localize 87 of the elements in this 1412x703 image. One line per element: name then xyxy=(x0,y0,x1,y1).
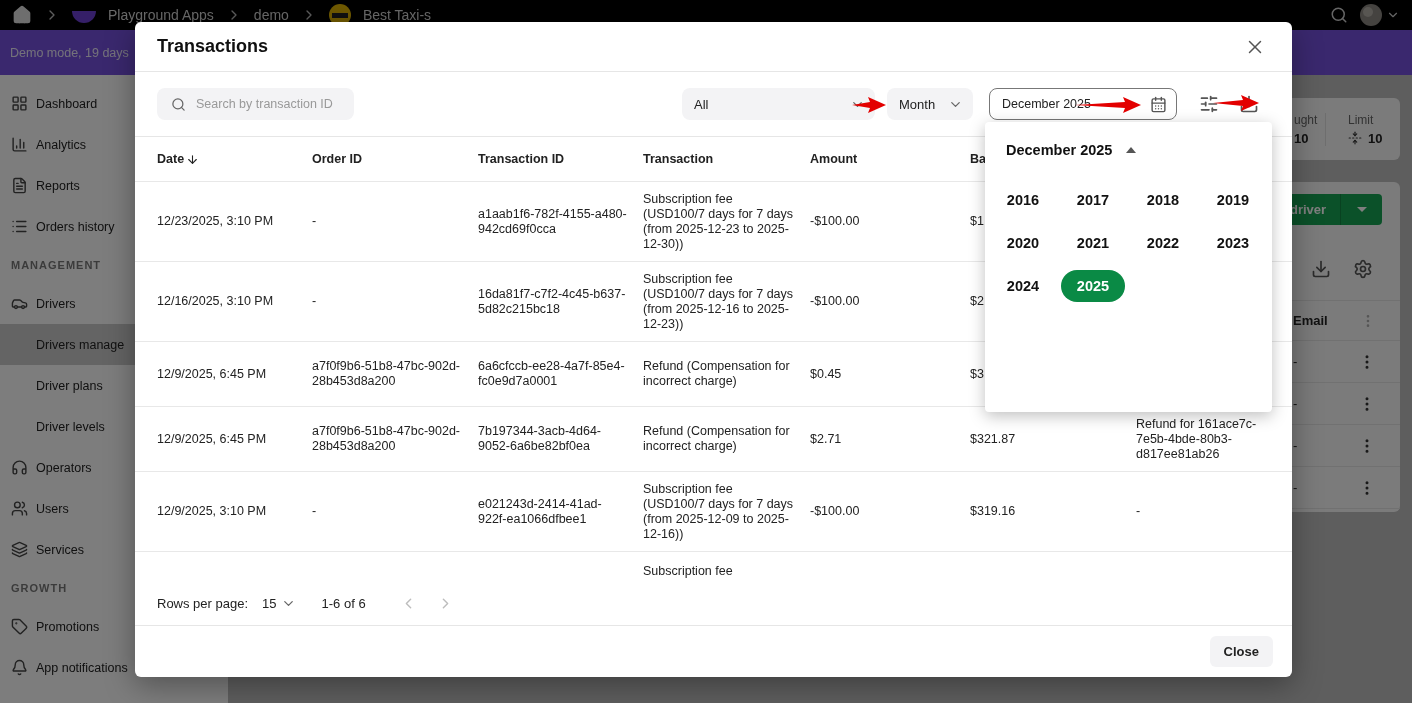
table-cell-text: - xyxy=(312,504,318,519)
date-field[interactable]: December 2025 xyxy=(989,88,1177,120)
type-select[interactable]: All xyxy=(682,88,875,120)
table-cell-text: $319.16 xyxy=(970,504,1017,519)
table-cell-text: -$100.00 xyxy=(810,504,861,519)
breadcrumb-link[interactable]: demo xyxy=(253,7,289,23)
calendar-icon xyxy=(1150,95,1167,113)
close-button[interactable]: Close xyxy=(1209,636,1273,667)
search-field[interactable]: Search by transaction ID xyxy=(157,88,354,120)
table-cell-text: $0.45 xyxy=(810,366,843,382)
table-cell-text: $2 xyxy=(970,294,985,309)
bell-icon xyxy=(11,659,28,676)
table-cell-text: a7f0f9b6-51b8-47bc-902d-28b453d8a200 xyxy=(312,359,462,389)
dialog-title: Transactions xyxy=(157,36,269,57)
table-cell-text: -$100.00 xyxy=(810,214,861,229)
table-cell-text: Refund (Compensation for incorrect charge) xyxy=(643,359,791,389)
tag-icon xyxy=(11,618,28,635)
year-option[interactable]: 2017 xyxy=(1061,183,1125,216)
column-header[interactable]: Amount xyxy=(810,151,970,167)
year-option[interactable]: 2022 xyxy=(1131,226,1195,259)
column-header[interactable]: Order ID xyxy=(312,151,478,167)
table-cell-text: -$100.00 xyxy=(810,294,861,309)
year-option[interactable]: 2021 xyxy=(1061,226,1125,259)
year-option[interactable]: 2020 xyxy=(991,226,1055,259)
breadcrumb-link[interactable]: Best Taxi-s xyxy=(362,7,432,23)
stat-value: 10 xyxy=(1294,130,1309,146)
table-cell-text: 6a6cfccb-ee28-4a7f-85e4-fc0e9d7a0001 xyxy=(478,359,626,389)
settings-icon[interactable] xyxy=(1353,258,1373,279)
year-option[interactable]: 2023 xyxy=(1201,226,1265,259)
table-cell-text: 7b197344-3acb-4d64-9052-6a6be82bf0ea xyxy=(478,424,603,454)
table-cell: - xyxy=(1293,354,1298,369)
table-cell-text: - xyxy=(312,294,318,309)
year-option[interactable]: 2024 xyxy=(991,269,1055,302)
limit-icon xyxy=(1348,131,1362,145)
layers-icon xyxy=(11,541,28,558)
column-header: Email xyxy=(1293,313,1328,328)
table-cell-text: Refund for 161ace7c-7e5b-4bde-80b3-d817ee81ab26 xyxy=(1136,416,1258,462)
download-icon[interactable] xyxy=(1311,258,1331,279)
avatar[interactable] xyxy=(1360,4,1382,26)
section-heading: MANAGEMENT xyxy=(11,259,102,271)
list-icon xyxy=(11,218,28,235)
table-cell: - xyxy=(1293,438,1298,453)
grid-icon xyxy=(11,95,28,112)
period-select[interactable]: Month xyxy=(887,88,973,120)
table-cell-text: a1aab1f6-782f-4155-a480-942cd69f0cca xyxy=(478,206,628,237)
sort-arrow-icon xyxy=(186,152,200,166)
column-header[interactable]: Transaction ID xyxy=(478,151,643,167)
year-option[interactable]: 2016 xyxy=(991,183,1055,216)
table-cell-text: - xyxy=(312,214,318,229)
table-cell-text: a7f0f9b6-51b8-47bc-902d-28b453d8a200 xyxy=(312,424,462,454)
table-cell-text: Subscription fee (USD100/7 days for 7 days (from 2025-12-09 to 2025-12-16)) xyxy=(643,481,795,542)
table-cell-text: - xyxy=(1136,504,1142,519)
page-range: 1-6 of 6 xyxy=(321,596,366,611)
year-option[interactable]: 2025 xyxy=(1061,269,1125,302)
annotation-arrow xyxy=(852,97,886,113)
stat-label: ught xyxy=(1294,112,1319,127)
rows-per-page-select[interactable]: 15 xyxy=(262,596,296,611)
search-icon xyxy=(171,96,186,112)
table-cell-text: $3 xyxy=(970,366,985,382)
home-icon[interactable] xyxy=(12,5,32,25)
year-option[interactable]: 2018 xyxy=(1131,183,1195,216)
table-cell-text: Refund (Compensation for incorrect charge) xyxy=(643,424,791,454)
filter-icon[interactable] xyxy=(1199,94,1219,114)
breadcrumb-link[interactable]: Playground Apps xyxy=(108,7,214,23)
table-cell: - xyxy=(1293,396,1298,411)
caret-up-icon[interactable] xyxy=(1126,147,1137,153)
banner-text: Demo mode, 19 days xyxy=(10,45,129,60)
headset-icon xyxy=(11,459,28,476)
search-icon[interactable] xyxy=(1330,6,1348,24)
table-cell: - xyxy=(1293,480,1298,495)
table-cell-text: $1 xyxy=(970,214,985,229)
table-cell-text: $2.71 xyxy=(810,431,843,447)
stat-label: Limit xyxy=(1348,112,1375,127)
table-cell-text: Subscription fee (USD100/7 days for 7 days (from 2025-12-16 to 2025-12-23)) xyxy=(643,271,795,332)
table-cell-text: Subscription fee xyxy=(643,564,734,579)
table-cell-text: Subscription fee (USD100/7 days for 7 days (from 2025-12-23 to 2025-12-30)) xyxy=(643,191,795,252)
bar-chart-icon xyxy=(11,136,28,153)
users-icon xyxy=(11,500,28,517)
stat-value: 10 xyxy=(1368,130,1383,146)
table-cell-text: $321.87 xyxy=(970,431,1017,447)
picker-title: December 2025 xyxy=(1006,142,1113,158)
table-cell-text: e021243d-2414-41ad-922f-ea1066dfbee1 xyxy=(478,496,603,527)
table-cell-text: 16da81f7-c7f2-4c45-b637-5d82c215bc18 xyxy=(478,286,627,317)
document-icon xyxy=(11,177,28,194)
column-header[interactable]: Transaction xyxy=(643,151,810,167)
caret-icon xyxy=(1356,207,1367,212)
section-heading: GROWTH xyxy=(11,582,68,594)
